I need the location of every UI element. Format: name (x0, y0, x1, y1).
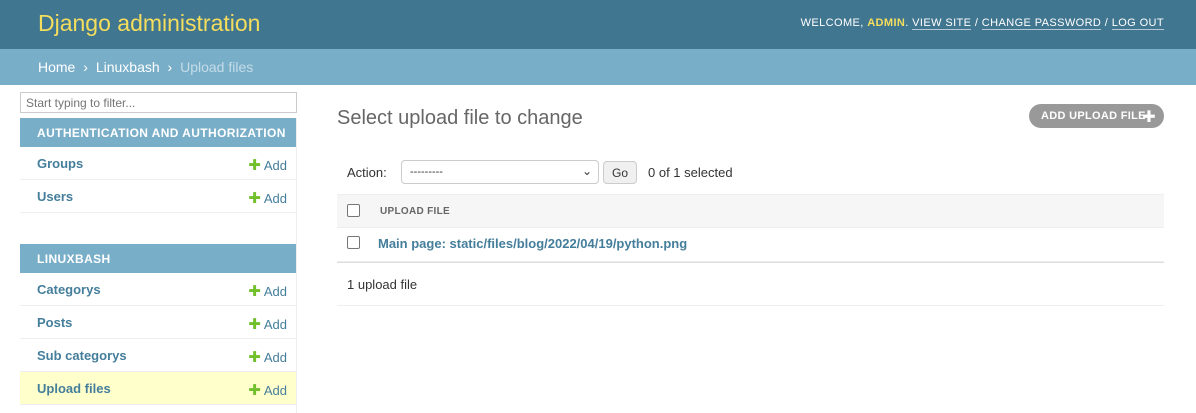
sidebar-item-upload-files: Upload files ✚ Add (20, 372, 297, 405)
sidebar-item-label[interactable]: Users (37, 189, 73, 204)
add-users-link[interactable]: ✚ Add (248, 189, 287, 207)
row-checkbox[interactable] (347, 236, 360, 249)
sidebar-item-users: Users ✚ Add (20, 180, 297, 213)
sidebar-item-sub-categorys: Sub categorys ✚ Add (20, 339, 297, 372)
plus-icon: ✚ (248, 190, 261, 207)
add-label: Add (263, 317, 287, 332)
sidebar-item-label[interactable]: Posts (37, 315, 72, 330)
module-linuxbash: LINUXBASH Categorys ✚ Add Posts ✚ Add Sub … (20, 244, 297, 405)
username: ADMIN (867, 17, 906, 29)
action-select-value: --------- (410, 166, 443, 178)
plus-icon: ✚ (248, 382, 261, 399)
add-sub-categorys-link[interactable]: ✚ Add (248, 348, 287, 366)
sidebar-divider (296, 118, 297, 413)
breadcrumb-separator: › (167, 59, 173, 75)
results-table-header: UPLOAD FILE (337, 194, 1164, 228)
action-select[interactable]: --------- ⌄ (401, 160, 599, 184)
separator: / (974, 17, 979, 29)
add-groups-link[interactable]: ✚ Add (248, 156, 287, 174)
separator: / (1104, 17, 1109, 29)
user-tools: WELCOME, ADMIN. VIEW SITE / CHANGE PASSW… (800, 17, 1164, 30)
plus-icon: ✚ (248, 157, 261, 174)
site-brand[interactable]: Django administration (38, 10, 260, 37)
site-header: Django administration WELCOME, ADMIN. VI… (0, 0, 1196, 49)
add-upload-file-button[interactable]: ADD UPLOAD FILE ✚ (1029, 104, 1164, 128)
sidebar-item-label[interactable]: Sub categorys (37, 348, 127, 363)
nav-filter-input[interactable] (20, 92, 297, 113)
add-label: Add (263, 191, 287, 206)
add-label: Add (263, 350, 287, 365)
breadcrumb-current: Upload files (180, 59, 254, 75)
sidebar-item-label[interactable]: Categorys (37, 282, 101, 297)
select-all-checkbox[interactable] (347, 204, 360, 217)
add-label: Add (263, 158, 287, 173)
row-link[interactable]: Main page: static/files/blog/2022/04/19/… (378, 236, 687, 251)
add-label: Add (263, 284, 287, 299)
sidebar-item-categorys: Categorys ✚ Add (20, 273, 297, 306)
welcome-text: WELCOME, (800, 17, 864, 29)
selection-counter: 0 of 1 selected (648, 165, 733, 180)
breadcrumb-home[interactable]: Home (38, 59, 75, 75)
page-title: Select upload file to change (337, 107, 583, 129)
view-site-link[interactable]: VIEW SITE (912, 17, 972, 30)
plus-icon: ✚ (248, 349, 261, 366)
module-caption[interactable]: AUTHENTICATION AND AUTHORIZATION (20, 118, 297, 147)
module-caption[interactable]: LINUXBASH (20, 244, 297, 273)
plus-icon: ✚ (248, 283, 261, 300)
breadcrumb: Home › Linuxbash › Upload files (0, 49, 1196, 85)
plus-icon: ✚ (248, 316, 261, 333)
add-upload-files-link[interactable]: ✚ Add (248, 381, 287, 399)
chevron-down-icon: ⌄ (581, 164, 592, 178)
column-header-upload-file[interactable]: UPLOAD FILE (380, 206, 450, 217)
module-auth: AUTHENTICATION AND AUTHORIZATION Groups … (20, 118, 297, 213)
table-row: Main page: static/files/blog/2022/04/19/… (337, 228, 1164, 262)
sidebar-item-label[interactable]: Upload files (37, 381, 111, 396)
paginator: 1 upload file (337, 262, 1164, 306)
action-label: Action: (347, 165, 387, 180)
breadcrumb-app[interactable]: Linuxbash (96, 59, 160, 75)
add-categorys-link[interactable]: ✚ Add (248, 282, 287, 300)
add-button-label: ADD UPLOAD FILE (1041, 110, 1146, 122)
sidebar-item-label[interactable]: Groups (37, 156, 83, 171)
add-posts-link[interactable]: ✚ Add (248, 315, 287, 333)
change-password-link[interactable]: CHANGE PASSWORD (981, 17, 1102, 30)
log-out-link[interactable]: LOG OUT (1111, 17, 1164, 30)
breadcrumb-separator: › (83, 59, 88, 75)
go-button[interactable]: Go (603, 161, 637, 184)
sidebar-item-posts: Posts ✚ Add (20, 306, 297, 339)
plus-icon: ✚ (1142, 109, 1156, 126)
add-label: Add (263, 383, 287, 398)
sidebar-item-groups: Groups ✚ Add (20, 147, 297, 180)
